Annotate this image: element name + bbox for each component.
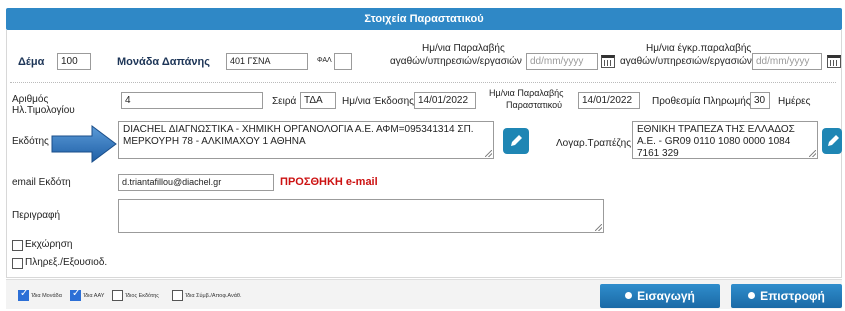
ida-monada-label: Ίδια Μονάδα (31, 293, 62, 299)
seira-label: Σειρά (272, 96, 297, 107)
idios-ekdotis-checkbox[interactable] (112, 290, 123, 301)
imeres-label: Ημέρες (778, 96, 811, 107)
egkrisi-label-2: αγαθών/υπηρεσιών/εργασιών (620, 56, 752, 67)
email-label: email Εκδότη (12, 177, 71, 188)
egkrisi-label-1: Ημ/νια έγκρ.παραλαβής (646, 43, 752, 54)
parast-label-1: Ημ/νια Παραλαβής (489, 88, 564, 98)
prothesmia-input[interactable]: 30 (750, 92, 770, 109)
arithmos-input[interactable]: 4 (121, 92, 263, 109)
ida-aay-checkbox[interactable] (70, 288, 81, 301)
pencil-icon[interactable] (503, 128, 529, 154)
prothesmia-label: Προθεσμία Πληρωμής (652, 96, 751, 107)
plirex-label: Πληρεξ./Εξουσιοδ. (25, 257, 108, 268)
ekxorisi-label: Εκχώρηση (25, 239, 73, 250)
ida-monada-checkbox[interactable] (18, 288, 29, 301)
dema-label: Δέμα (18, 56, 45, 68)
arrow-icon (51, 125, 117, 163)
ekdotis-label: Εκδότης (12, 136, 49, 147)
idios-ekdotis-label: Ίδιος Εκδότης (125, 293, 159, 299)
parlabi-label-1: Ημ/νια Παραλαβής (422, 43, 505, 54)
ida-symv-label: Ίδια Σύμβ./Αποφ.Ανάθ. (185, 293, 242, 299)
fal-input[interactable] (334, 53, 352, 70)
plirex-checkbox[interactable] (12, 258, 23, 269)
logar-textarea[interactable]: ΕΘΝΙΚΗ ΤΡΑΠΕΖΑ ΤΗΣ ΕΛΛΑΔΟΣ Α.Ε. - GR09 0… (632, 121, 818, 159)
ekxorisi-checkbox[interactable] (12, 240, 23, 251)
dema-input[interactable]: 100 (57, 53, 91, 70)
seira-input[interactable]: ΤΔΑ (300, 92, 336, 109)
ekdosi-label: Ημ/νια Έκδοσης (342, 96, 414, 107)
fal-label: ΦΑΛ (317, 57, 332, 64)
email-input[interactable]: d.triantafillou@diachel.gr (118, 174, 274, 191)
ekdotis-textarea[interactable]: DIACHEL ΔΙΑΓΝΩΣΤΙΚΑ - ΧΗΜΙΚΗ ΟΡΓΑΝΟΛΟΓΙΑ… (118, 121, 494, 159)
dot-icon (748, 292, 756, 299)
ida-aay-label: Ίδια ΑΑΥ (83, 293, 105, 299)
form-header: Στοιχεία Παραστατικού (6, 8, 842, 30)
monada-label: Μονάδα Δαπάνης (117, 56, 210, 68)
pencil-icon[interactable] (822, 128, 842, 154)
arithmos-label-1: Αριθμός (12, 94, 49, 105)
dot-icon (625, 292, 633, 299)
parlabi-date-input[interactable]: dd/mm/yyyy (526, 53, 598, 70)
logar-label: Λογαρ.Τραπέζης (556, 138, 632, 149)
divider (10, 82, 836, 83)
arithmos-label-2: Ηλ.Τιμολογίου (12, 105, 75, 116)
egkrisi-date-input[interactable]: dd/mm/yyyy (752, 53, 822, 70)
calendar-icon[interactable] (601, 55, 615, 68)
perigrafi-label: Περιγραφή (12, 210, 61, 221)
perigrafi-textarea[interactable] (118, 199, 604, 233)
parast-input[interactable]: 14/01/2022 (578, 92, 640, 109)
parlabi-label-2: αγαθών/υπηρεσιών/εργασιών (390, 56, 522, 67)
back-button[interactable]: Επιστροφή (731, 284, 842, 308)
monada-input[interactable]: 401 ΓΣΝΑ (226, 53, 308, 70)
parast-label-2: Παραστατικού (506, 100, 563, 110)
insert-button[interactable]: Εισαγωγή (600, 284, 720, 308)
ida-symv-checkbox[interactable] (172, 290, 183, 301)
calendar-icon[interactable] (827, 55, 841, 68)
ekdosi-input[interactable]: 14/01/2022 (414, 92, 476, 109)
add-email-link[interactable]: ΠΡΟΣΘΗΚΗ e-mail (280, 176, 378, 188)
